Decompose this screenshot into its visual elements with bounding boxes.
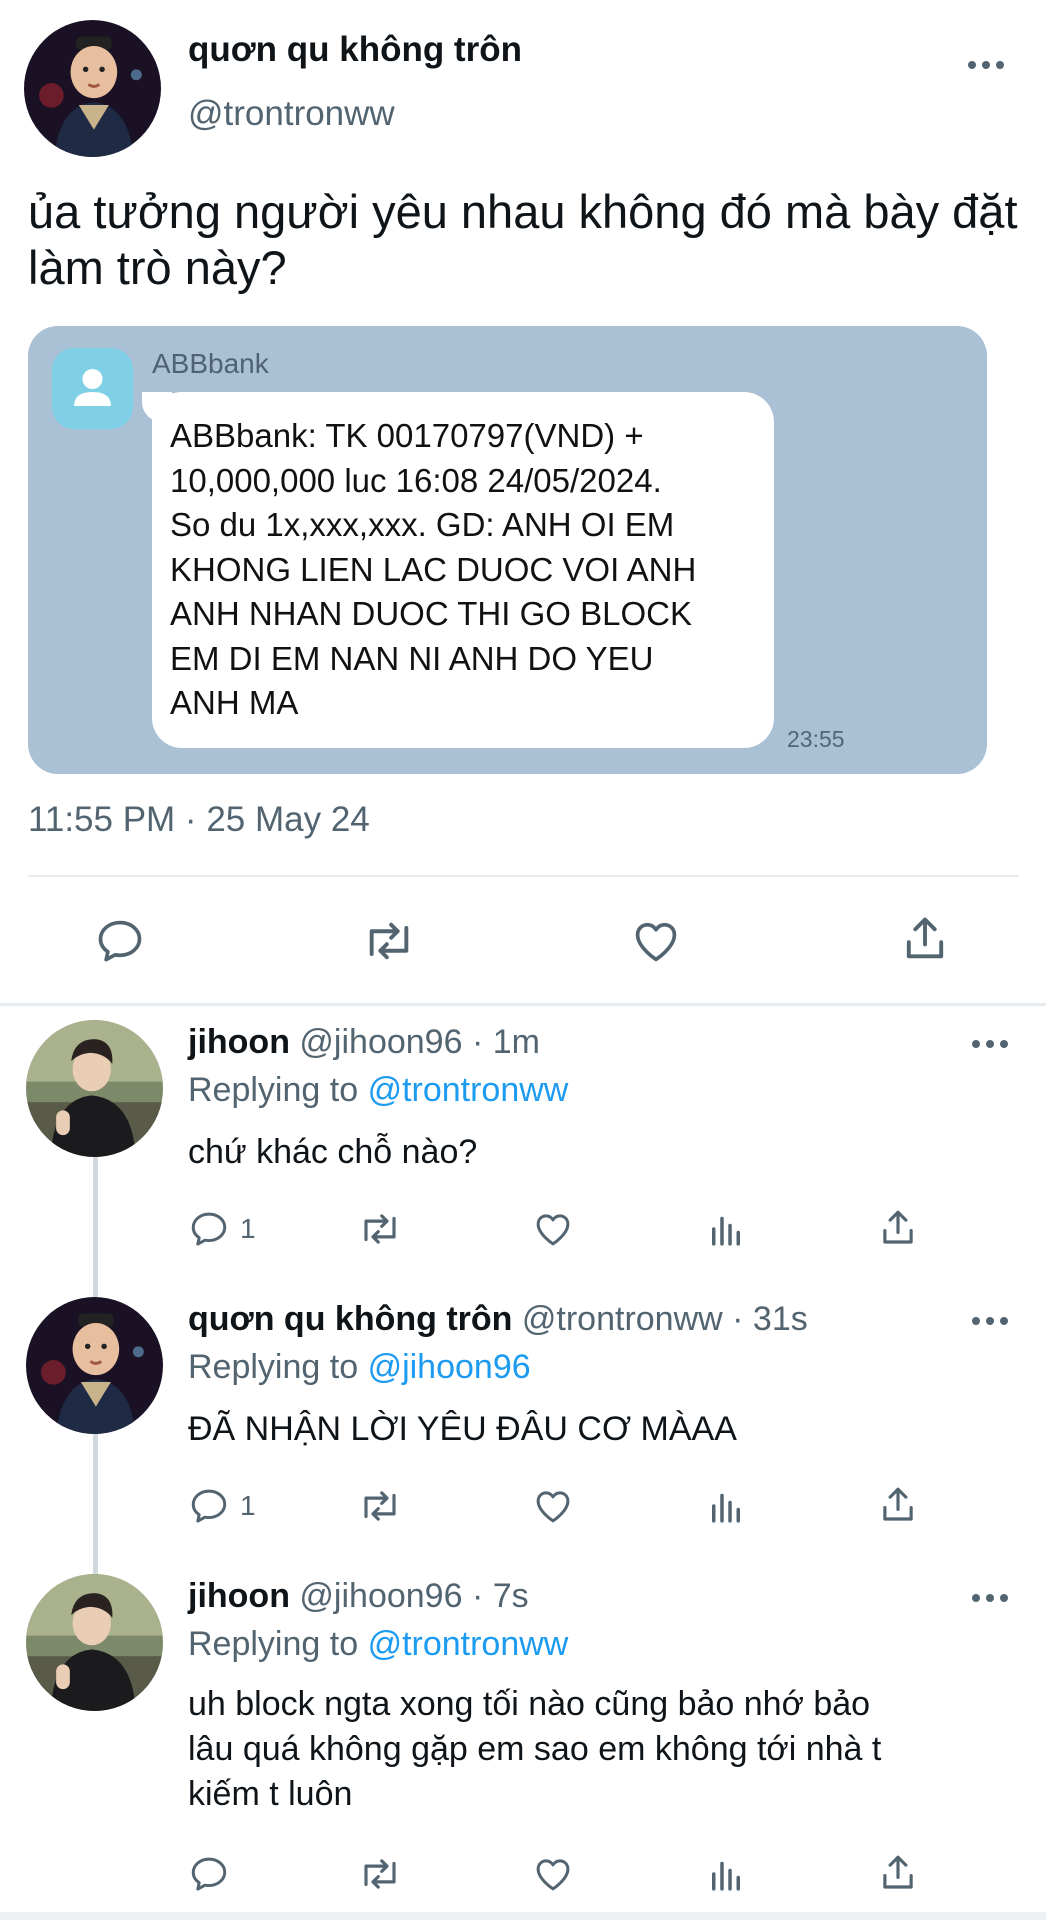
like-icon[interactable] xyxy=(532,1208,574,1250)
more-options-icon[interactable] xyxy=(972,1316,1008,1326)
replying-to-label: Replying to xyxy=(188,1348,359,1386)
replying-to: Replying to @trontronww xyxy=(188,1625,568,1664)
retweet-icon[interactable] xyxy=(360,915,418,967)
reply-author-name[interactable]: quơn qu không trôn xyxy=(188,1300,512,1338)
reply-avatar[interactable] xyxy=(26,1297,163,1434)
reply-author-handle[interactable]: @jihoon96 xyxy=(299,1023,462,1061)
sms-message: ABBbank: TK 00170797(VND) + 10,000,000 l… xyxy=(170,417,697,721)
reply-author-name[interactable]: jihoon xyxy=(188,1577,290,1615)
retweet-icon[interactable] xyxy=(356,1485,404,1527)
person-icon xyxy=(74,369,111,406)
author-avatar[interactable] xyxy=(24,20,161,157)
sms-sender: ABBbank xyxy=(152,348,269,379)
avatar-photo-baby xyxy=(24,20,161,157)
avatar-photo-baby xyxy=(26,1297,163,1434)
share-icon[interactable] xyxy=(877,1851,919,1895)
share-icon[interactable] xyxy=(877,1483,919,1527)
reply-header: jihoon @jihoon96 · 7s xyxy=(188,1577,529,1616)
reply-count: 1 xyxy=(240,1213,256,1244)
replying-to-mention[interactable]: @trontronww xyxy=(368,1625,569,1663)
share-icon[interactable] xyxy=(877,1206,919,1250)
reply-text: ĐÃ NHẬN LỜI YÊU ĐÂU CƠ MÀAA xyxy=(188,1410,737,1448)
reply-avatar[interactable] xyxy=(26,1020,163,1157)
avatar-photo-jihoon xyxy=(26,1574,163,1711)
reply-header: quơn qu không trôn @trontronww · 31s xyxy=(188,1300,808,1339)
reply-text: uh block ngta xong tối nào cũng bảo nhớ … xyxy=(188,1685,882,1813)
tweet-text: ủa tưởng người yêu nhau không đó mà bày … xyxy=(28,185,1018,294)
author-handle[interactable]: @trontronww xyxy=(188,94,395,134)
reply-icon[interactable] xyxy=(188,1208,230,1250)
sms-time: 23:55 xyxy=(787,726,845,752)
reply-time: · 7s xyxy=(471,1577,529,1615)
analytics-icon[interactable] xyxy=(705,1485,747,1527)
more-options-icon[interactable] xyxy=(972,1039,1008,1049)
reply-icon[interactable] xyxy=(94,915,146,967)
reply-time: · 1m xyxy=(471,1023,540,1061)
reply-author-handle[interactable]: @trontronww xyxy=(522,1300,723,1338)
reply-time: · 31s xyxy=(732,1300,808,1338)
divider xyxy=(28,875,1019,877)
replying-to-mention[interactable]: @trontronww xyxy=(368,1071,569,1109)
avatar-photo-jihoon xyxy=(26,1020,163,1157)
reply-avatar[interactable] xyxy=(26,1574,163,1711)
more-options-icon[interactable] xyxy=(968,60,1004,70)
like-icon[interactable] xyxy=(532,1485,574,1527)
reply-count: 1 xyxy=(240,1490,256,1521)
replying-to: Replying to @jihoon96 xyxy=(188,1348,531,1387)
like-icon[interactable] xyxy=(630,915,682,967)
like-icon[interactable] xyxy=(532,1853,574,1895)
retweet-icon[interactable] xyxy=(356,1853,404,1895)
bottom-edge xyxy=(0,1912,1046,1920)
author-name[interactable]: quơn qu không trôn xyxy=(188,30,522,70)
reply-author-handle[interactable]: @jihoon96 xyxy=(299,1577,462,1615)
replying-to-label: Replying to xyxy=(188,1071,359,1109)
section-divider xyxy=(0,1003,1046,1006)
replying-to: Replying to @trontronww xyxy=(188,1071,568,1110)
reply-icon[interactable] xyxy=(188,1853,230,1895)
sms-contact-avatar xyxy=(52,348,133,429)
analytics-icon[interactable] xyxy=(705,1208,747,1250)
share-icon[interactable] xyxy=(899,912,951,966)
reply-header: jihoon @jihoon96 · 1m xyxy=(188,1023,540,1062)
replying-to-label: Replying to xyxy=(188,1625,359,1663)
analytics-icon[interactable] xyxy=(705,1853,747,1895)
reply-icon[interactable] xyxy=(188,1485,230,1527)
reply-text: chứ khác chỗ nào? xyxy=(188,1133,478,1171)
replying-to-mention[interactable]: @jihoon96 xyxy=(368,1348,531,1386)
tweet-timestamp[interactable]: 11:55 PM · 25 May 24 xyxy=(28,800,370,840)
more-options-icon[interactable] xyxy=(972,1593,1008,1603)
reply-author-name[interactable]: jihoon xyxy=(188,1023,290,1061)
retweet-icon[interactable] xyxy=(356,1208,404,1250)
